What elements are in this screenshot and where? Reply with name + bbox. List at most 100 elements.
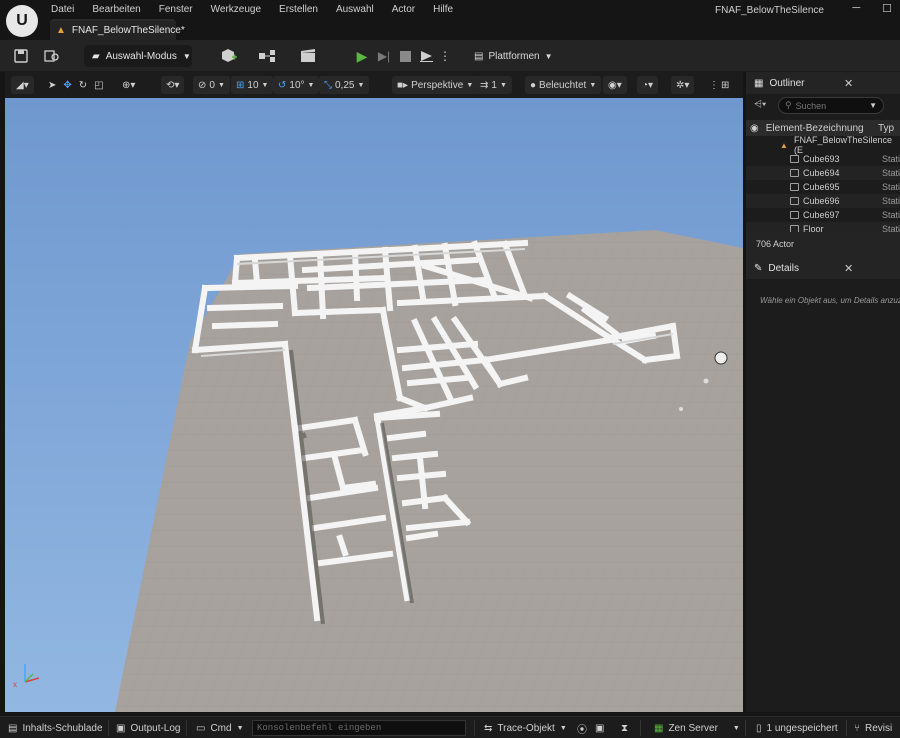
performance-dropdown[interactable]: ◔▾ [637, 76, 659, 94]
play-options-icon[interactable]: ⋮ [439, 46, 451, 66]
record-icon[interactable]: ⦿ [577, 721, 587, 736]
visibility-icon[interactable]: ◉ [750, 123, 759, 134]
hourglass-icon[interactable]: ⧗ [621, 721, 628, 735]
platforms-dropdown[interactable]: ▤ Plattformen ▼ [474, 46, 553, 66]
world-space-icon[interactable]: ⊕▾ [117, 76, 140, 94]
col-label[interactable]: Element-Bezeichnung [766, 123, 864, 134]
browse-icon[interactable] [42, 46, 62, 66]
static-mesh-icon [790, 155, 799, 163]
divider [745, 720, 746, 736]
level-tab-label: FNAF_BelowTheSilence* [71, 25, 185, 36]
chevron-down-icon: ▼ [559, 724, 567, 732]
document-icon: ▯ [756, 722, 762, 734]
details-header: ✎ Details ✕ [746, 257, 900, 279]
show-flags-dropdown[interactable]: ◉▾ [603, 76, 627, 94]
angle-snap-toggle[interactable]: ↺ 10° ▼ [273, 76, 320, 94]
cmd-dropdown[interactable]: ▭ Cmd ▼ [196, 721, 244, 735]
angle-snap-value: 10° [289, 79, 305, 91]
menu-actor[interactable]: Actor [383, 3, 424, 17]
level-viewport[interactable]: x [5, 98, 743, 712]
revision-control-button[interactable]: ⑂ Revisi [854, 721, 892, 735]
actor-count: 706 Actor [756, 239, 795, 249]
zen-server-dropdown[interactable]: ▦ Zen Server ▼ [654, 721, 740, 735]
viewport-menu-button[interactable]: ◢▾ [11, 76, 34, 94]
menu-window[interactable]: Fenster [150, 3, 202, 17]
list-item[interactable]: Cube694 Stati [746, 166, 900, 180]
minimize-icon[interactable]: ─ [852, 2, 860, 15]
close-icon[interactable]: ✕ [844, 262, 853, 275]
col-type[interactable]: Typ [878, 123, 894, 134]
rotation-snap-toggle[interactable]: ⊘ 0 ▼ [193, 76, 230, 94]
level-tab[interactable]: ▲ FNAF_BelowTheSilence* [50, 19, 185, 40]
unsaved-button[interactable]: ▯ 1 ungespeichert [756, 721, 838, 735]
menu-selection[interactable]: Auswahl [327, 3, 383, 17]
selection-mode-dropdown[interactable]: ▰ Auswahl-Modus ▼ [84, 45, 192, 67]
chevron-down-icon: ▼ [236, 724, 244, 732]
unreal-logo-icon[interactable]: U [6, 5, 38, 37]
output-log-button[interactable]: ▣ Output-Log [116, 721, 181, 735]
console-input[interactable]: Konsolenbefehl eingeben [252, 720, 466, 736]
camera-icon: ■▸ [397, 79, 409, 91]
static-mesh-icon [790, 169, 799, 177]
grid-snap-toggle[interactable]: ⊞ 10 ▼ [231, 76, 274, 94]
filter-icon[interactable]: ⩤▾ [754, 99, 766, 110]
outliner-icon: ▦ [754, 77, 764, 89]
menu-help[interactable]: Hilfe [424, 3, 462, 17]
content-drawer-button[interactable]: ▤ Inhalts-Schublade [8, 721, 103, 735]
camera-speed-dropdown[interactable]: ⇉ 1 ▼ [475, 76, 512, 94]
lighting-dropdown[interactable]: ● Beleuchtet ▼ [525, 76, 602, 94]
static-mesh-icon [790, 197, 799, 205]
close-icon[interactable]: ✕ [844, 77, 853, 90]
add-actor-icon[interactable] [216, 46, 240, 66]
menu-tools[interactable]: Werkzeuge [202, 3, 270, 17]
trace-label: Trace-Objekt [497, 722, 555, 734]
step-icon[interactable]: ▶| [376, 46, 392, 66]
scale-snap-toggle[interactable]: ⤡ 0,25 ▼ [319, 76, 370, 94]
maximize-icon[interactable]: ☐ [882, 2, 892, 15]
divider [846, 720, 847, 736]
scale-tool-icon[interactable]: ◰ [94, 80, 103, 91]
select-tool-icon[interactable]: ➤ [48, 80, 56, 91]
blueprint-icon[interactable] [256, 46, 282, 66]
viewport-layout-icon[interactable]: ⊞ [716, 76, 734, 94]
revision-label: Revisi [865, 722, 893, 734]
outliner-search-input[interactable]: ⚲ Suchen ▼ [778, 97, 884, 114]
list-item[interactable]: Cube695 Stati [746, 180, 900, 194]
rotate-tool-icon[interactable]: ↻ [79, 80, 87, 91]
scale-icon: ⤡ [324, 79, 332, 91]
outliner-root-row[interactable]: ▲ FNAF_BelowTheSilence (E [746, 135, 900, 155]
chevron-down-icon: ▼ [732, 724, 740, 732]
menu-create[interactable]: Erstellen [270, 3, 327, 17]
list-item[interactable]: Cube697 Stati [746, 208, 900, 222]
eject-icon[interactable] [418, 46, 434, 66]
content-drawer-label: Inhalts-Schublade [22, 722, 103, 734]
divider [108, 720, 109, 736]
save-icon[interactable] [12, 46, 30, 66]
svg-text:x: x [13, 680, 17, 689]
terminal-icon: ▭ [196, 722, 206, 734]
menu-file[interactable]: Datei [42, 3, 83, 17]
viewport-settings-dropdown[interactable]: ✲▾ [671, 76, 695, 94]
window-controls: ─ ☐ [852, 2, 892, 15]
screenshot-icon[interactable]: ▣ [595, 721, 604, 735]
view-mode-dropdown[interactable]: ■▸ Perspektive ▼ [392, 76, 479, 94]
cinematics-icon[interactable] [298, 46, 324, 66]
trace-dropdown[interactable]: ⇆ Trace-Objekt ▼ [484, 721, 567, 735]
list-item[interactable]: Cube693 Stati [746, 152, 900, 166]
search-placeholder: Suchen [795, 100, 827, 111]
main-toolbar: ▰ Auswahl-Modus ▼ ▶ ▶| ⋮ ▤ Plattformen ▼ [0, 40, 900, 72]
outliner-header: ▦ Outliner ✕ [746, 72, 900, 94]
gear-icon: ✲▾ [676, 79, 690, 91]
menu-edit[interactable]: Bearbeiten [83, 3, 149, 17]
play-icon[interactable]: ▶ [354, 46, 370, 66]
outliner-columns: ◉ Element-Bezeichnung Typ [746, 120, 900, 136]
list-item[interactable]: Cube696 Stati [746, 194, 900, 208]
stop-icon[interactable] [398, 46, 412, 66]
menu-icon: ◢▾ [16, 79, 29, 91]
light-source-icon[interactable] [714, 351, 728, 365]
player-start-icon[interactable] [703, 378, 709, 384]
chevron-down-icon: ▼ [869, 101, 877, 110]
surface-snap-icon[interactable]: ⟲▾ [161, 76, 185, 94]
snap-icon: ⊘ [198, 79, 207, 91]
translate-tool-icon[interactable]: ✥ [63, 80, 71, 91]
